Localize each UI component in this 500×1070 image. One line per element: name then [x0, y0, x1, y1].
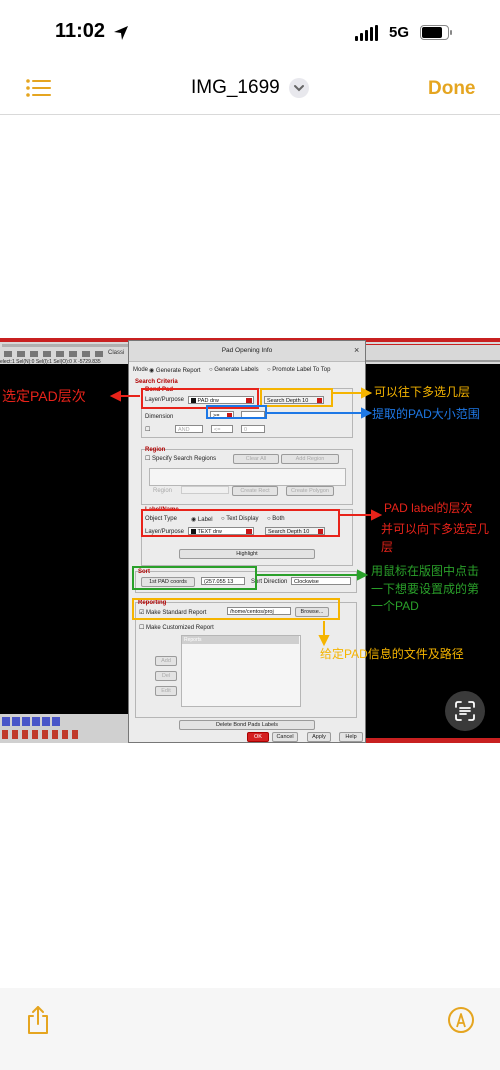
- annotation-mouse-1: 用鼠标在版图中点击: [371, 564, 480, 578]
- battery-icon: [420, 25, 452, 40]
- photo-title-text: IMG_1699: [190, 77, 280, 98]
- annotation-label-layer-1: PAD label的层次: [384, 501, 473, 515]
- photo-image: Classi elect:1 Sel(N):0 Sel(I):1 Sel(O):…: [0, 338, 500, 743]
- share-icon[interactable]: [25, 1005, 51, 1035]
- location-arrow-icon: [114, 26, 128, 40]
- annotation-mouse-3: 一个PAD: [371, 599, 419, 613]
- markup-pen-icon[interactable]: [447, 1006, 475, 1034]
- annotation-pad-layer: 选定PAD层次: [2, 388, 86, 404]
- annotation-file-path: 给定PAD信息的文件及路径: [320, 647, 464, 661]
- text-scan-icon[interactable]: [445, 691, 485, 731]
- chevron-down-icon[interactable]: [289, 78, 309, 98]
- done-button[interactable]: Done: [428, 78, 476, 100]
- annotation-mouse-2: 一下想要设置成的第: [371, 582, 480, 596]
- network-type: 5G: [389, 24, 410, 41]
- annotation-label-layer-3: 层: [381, 540, 394, 554]
- status-time: 11:02: [55, 20, 106, 42]
- photo-title[interactable]: IMG_1699: [0, 77, 500, 99]
- annotation-depth: 可以往下多选几层: [374, 385, 471, 399]
- annotation-label-layer-2: 并可以向下多选定几: [381, 522, 490, 536]
- cellular-signal-icon: [355, 25, 381, 41]
- bottom-toolbar: [0, 988, 500, 1070]
- nav-divider: [0, 114, 500, 115]
- annotation-size-range: 提取的PAD大小范围: [372, 407, 480, 421]
